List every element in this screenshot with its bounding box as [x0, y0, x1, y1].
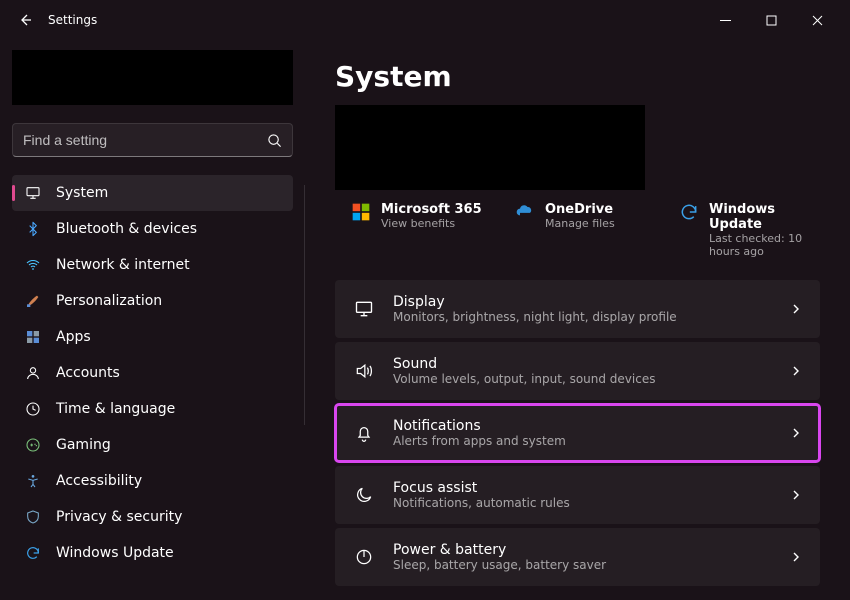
- tile-subtitle: Sleep, battery usage, battery saver: [393, 558, 790, 572]
- sidebar-item-label: Privacy & security: [56, 509, 182, 525]
- tile-subtitle: Monitors, brightness, night light, displ…: [393, 310, 790, 324]
- sidebar-item-label: Accessibility: [56, 473, 142, 489]
- setting-tile-power-battery[interactable]: Power & batterySleep, battery usage, bat…: [335, 528, 820, 586]
- sidebar-item-system[interactable]: System: [12, 175, 293, 211]
- search-box[interactable]: [12, 123, 293, 157]
- sidebar-item-label: System: [56, 185, 108, 201]
- device-info-block: [335, 105, 645, 190]
- quick-subtitle: View benefits: [381, 217, 482, 230]
- power-icon: [353, 546, 375, 568]
- setting-tile-notifications[interactable]: NotificationsAlerts from apps and system: [335, 404, 820, 462]
- back-arrow-icon: [17, 12, 33, 28]
- quick-title: Microsoft 365: [381, 202, 482, 217]
- display-icon: [24, 184, 42, 202]
- wifi-icon: [24, 256, 42, 274]
- sidebar-item-label: Accounts: [56, 365, 120, 381]
- page-title: System: [335, 60, 820, 93]
- bluetooth-icon: [24, 220, 42, 238]
- quick-title: Windows Update: [709, 202, 820, 232]
- maximize-button[interactable]: [748, 4, 794, 36]
- main-content: System Microsoft 365View benefits OneDriv…: [305, 40, 850, 600]
- sidebar-item-label: Time & language: [56, 401, 175, 417]
- update-icon: [24, 544, 42, 562]
- m365-icon: [351, 202, 371, 222]
- sidebar-item-windows-update[interactable]: Windows Update: [12, 535, 293, 571]
- sidebar-item-accounts[interactable]: Accounts: [12, 355, 293, 391]
- sidebar-item-label: Bluetooth & devices: [56, 221, 197, 237]
- sidebar-item-network-internet[interactable]: Network & internet: [12, 247, 293, 283]
- chevron-right-icon: [790, 303, 802, 315]
- search-icon: [267, 133, 282, 148]
- close-button[interactable]: [794, 4, 840, 36]
- tile-title: Display: [393, 294, 790, 310]
- back-button[interactable]: [10, 5, 40, 35]
- user-profile-block[interactable]: [12, 50, 293, 105]
- accessibility-icon: [24, 472, 42, 490]
- tile-subtitle: Alerts from apps and system: [393, 434, 790, 448]
- clock-icon: [24, 400, 42, 418]
- sidebar-item-time-language[interactable]: Time & language: [12, 391, 293, 427]
- sidebar-item-accessibility[interactable]: Accessibility: [12, 463, 293, 499]
- tile-subtitle: Volume levels, output, input, sound devi…: [393, 372, 790, 386]
- window-title: Settings: [48, 13, 97, 27]
- tile-title: Notifications: [393, 418, 790, 434]
- sidebar-item-label: Apps: [56, 329, 91, 345]
- chevron-right-icon: [790, 365, 802, 377]
- sidebar-item-label: Network & internet: [56, 257, 190, 273]
- sidebar-item-privacy-security[interactable]: Privacy & security: [12, 499, 293, 535]
- search-input[interactable]: [23, 132, 267, 148]
- shield-icon: [24, 508, 42, 526]
- quick-subtitle: Last checked: 10 hours ago: [709, 232, 820, 258]
- update-icon: [679, 202, 699, 222]
- display-icon: [353, 298, 375, 320]
- sidebar-divider: [304, 185, 305, 425]
- account-icon: [24, 364, 42, 382]
- tile-title: Power & battery: [393, 542, 790, 558]
- onedrive-icon: [515, 202, 535, 222]
- quick-link-onedrive[interactable]: OneDriveManage files: [515, 202, 655, 258]
- sidebar-item-personalization[interactable]: Personalization: [12, 283, 293, 319]
- sidebar-item-label: Windows Update: [56, 545, 174, 561]
- quick-link-microsoft-365[interactable]: Microsoft 365View benefits: [351, 202, 491, 258]
- minimize-button[interactable]: [702, 4, 748, 36]
- brush-icon: [24, 292, 42, 310]
- sidebar-item-apps[interactable]: Apps: [12, 319, 293, 355]
- sidebar-item-gaming[interactable]: Gaming: [12, 427, 293, 463]
- sidebar-item-label: Personalization: [56, 293, 162, 309]
- quick-subtitle: Manage files: [545, 217, 615, 230]
- setting-tile-focus-assist[interactable]: Focus assistNotifications, automatic rul…: [335, 466, 820, 524]
- setting-tile-display[interactable]: DisplayMonitors, brightness, night light…: [335, 280, 820, 338]
- tile-title: Sound: [393, 356, 790, 372]
- sidebar-item-bluetooth-devices[interactable]: Bluetooth & devices: [12, 211, 293, 247]
- quick-link-windows-update[interactable]: Windows UpdateLast checked: 10 hours ago: [679, 202, 820, 258]
- tile-title: Focus assist: [393, 480, 790, 496]
- apps-icon: [24, 328, 42, 346]
- titlebar: Settings: [0, 0, 850, 40]
- setting-tile-sound[interactable]: SoundVolume levels, output, input, sound…: [335, 342, 820, 400]
- gaming-icon: [24, 436, 42, 454]
- window-controls: [702, 4, 840, 36]
- sidebar: System Bluetooth & devices Network & inter…: [0, 40, 305, 600]
- chevron-right-icon: [790, 427, 802, 439]
- chevron-right-icon: [790, 489, 802, 501]
- bell-icon: [353, 422, 375, 444]
- quick-title: OneDrive: [545, 202, 615, 217]
- tile-subtitle: Notifications, automatic rules: [393, 496, 790, 510]
- moon-icon: [353, 484, 375, 506]
- chevron-right-icon: [790, 551, 802, 563]
- sidebar-item-label: Gaming: [56, 437, 111, 453]
- sound-icon: [353, 360, 375, 382]
